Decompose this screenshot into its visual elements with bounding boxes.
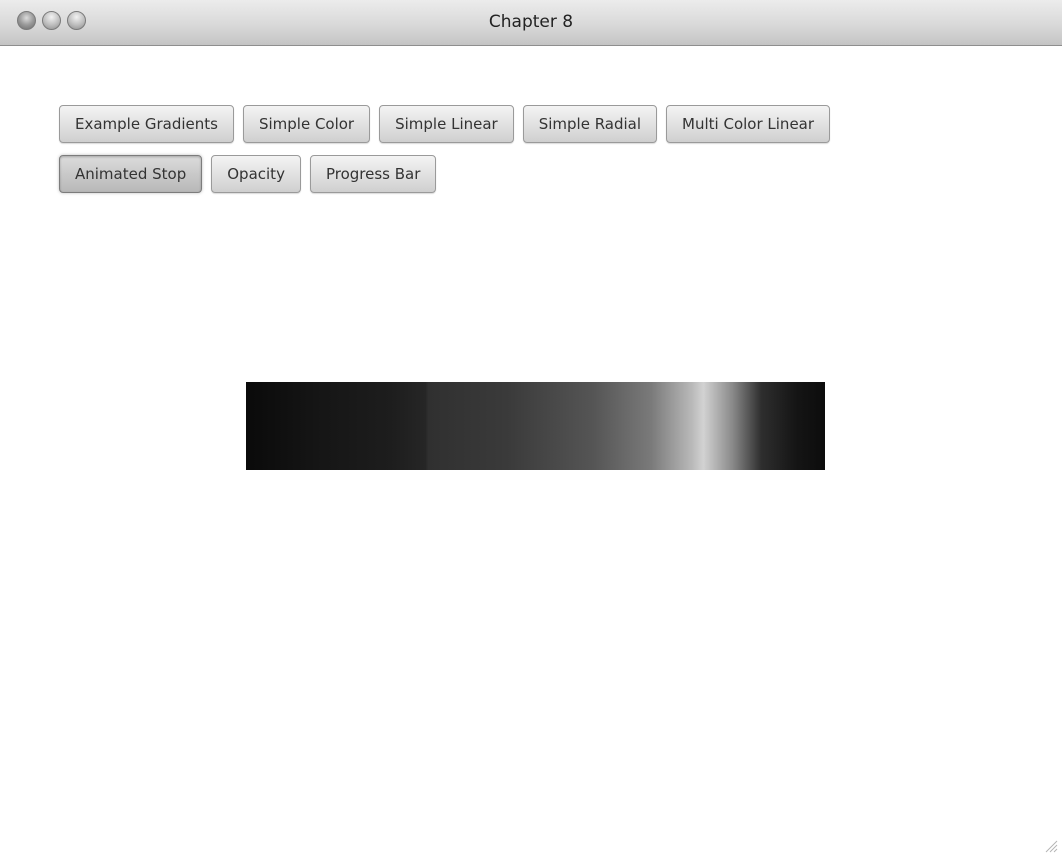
main-content: Example Gradients Simple Color Simple Li… — [0, 46, 1062, 857]
simple-radial-button[interactable]: Simple Radial — [522, 105, 658, 143]
button-row-2: Animated Stop Opacity Progress Bar — [59, 155, 437, 193]
title-bar: Chapter 8 — [0, 0, 1062, 46]
simple-linear-button[interactable]: Simple Linear — [379, 105, 514, 143]
example-gradients-button[interactable]: Example Gradients — [59, 105, 234, 143]
animated-stop-button[interactable]: Animated Stop — [59, 155, 203, 193]
multi-color-linear-button[interactable]: Multi Color Linear — [666, 105, 831, 143]
animated-gradient-rectangle — [246, 382, 825, 470]
app-window: Chapter 8 Example Gradients Simple Color… — [0, 0, 1062, 857]
button-row-1: Example Gradients Simple Color Simple Li… — [59, 105, 831, 143]
resize-grip-icon[interactable] — [1044, 839, 1058, 853]
simple-color-button[interactable]: Simple Color — [242, 105, 371, 143]
progress-bar-button[interactable]: Progress Bar — [309, 155, 437, 193]
window-title: Chapter 8 — [488, 12, 574, 32]
opacity-button[interactable]: Opacity — [211, 155, 301, 193]
